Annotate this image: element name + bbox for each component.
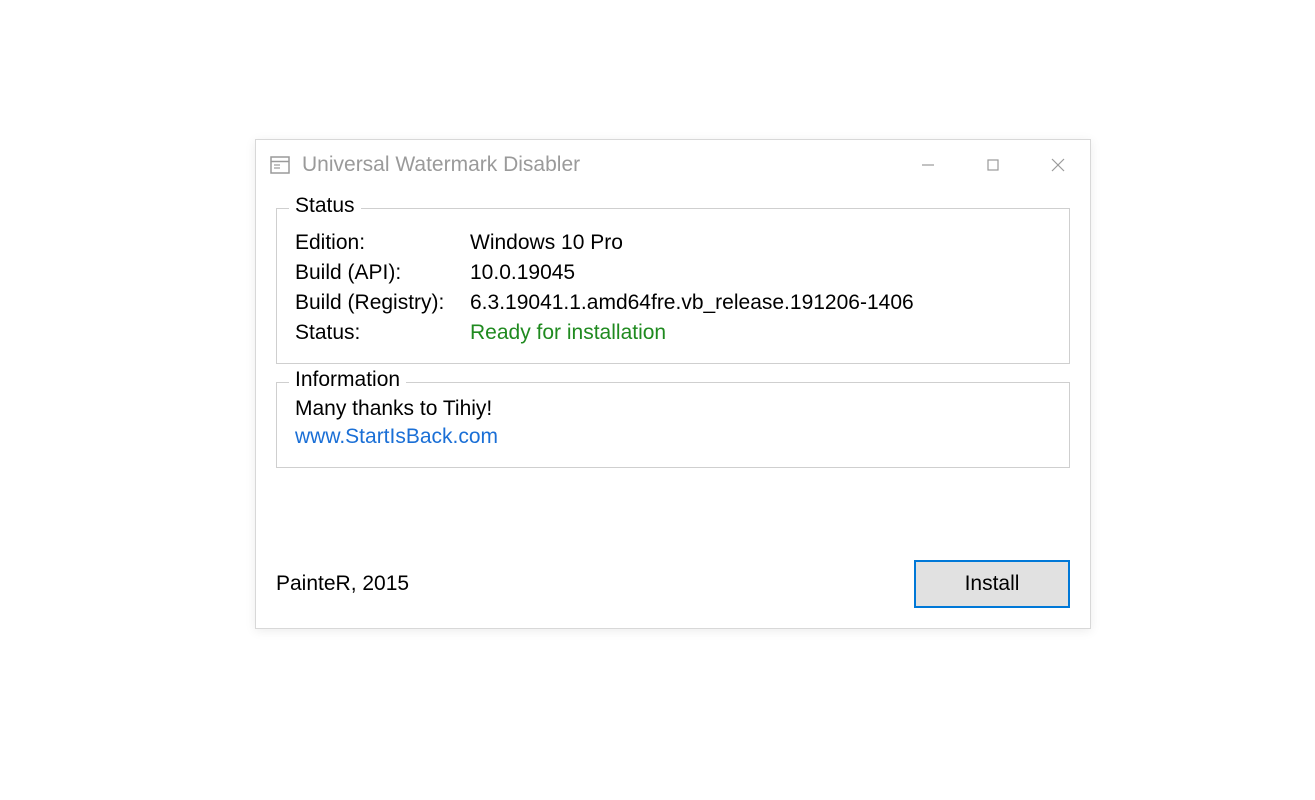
edition-label: Edition: xyxy=(295,231,470,255)
startisback-link[interactable]: www.StartIsBack.com xyxy=(295,425,498,448)
close-button[interactable] xyxy=(1025,140,1090,190)
build-registry-label: Build (Registry): xyxy=(295,291,470,315)
status-label: Status: xyxy=(295,321,470,345)
status-legend: Status xyxy=(289,194,361,218)
information-groupbox: Information Many thanks to Tihiy! www.St… xyxy=(276,382,1070,468)
window-content: Status Edition: Windows 10 Pro Build (AP… xyxy=(256,208,1090,488)
footer: PainteR, 2015 Install xyxy=(276,560,1070,608)
status-grid: Edition: Windows 10 Pro Build (API): 10.… xyxy=(295,231,1051,345)
edition-value: Windows 10 Pro xyxy=(470,231,1051,255)
build-api-label: Build (API): xyxy=(295,261,470,285)
app-icon xyxy=(270,155,290,175)
window-controls xyxy=(895,140,1090,190)
status-value: Ready for installation xyxy=(470,321,1051,345)
minimize-button[interactable] xyxy=(895,140,960,190)
titlebar: Universal Watermark Disabler xyxy=(256,140,1090,190)
information-legend: Information xyxy=(289,368,406,392)
build-api-value: 10.0.19045 xyxy=(470,261,1051,285)
thanks-text: Many thanks to Tihiy! xyxy=(295,397,1051,421)
maximize-button[interactable] xyxy=(960,140,1025,190)
credit-text: PainteR, 2015 xyxy=(276,572,409,596)
app-window: Universal Watermark Disabler Status Edit… xyxy=(255,139,1091,629)
window-title: Universal Watermark Disabler xyxy=(302,153,895,177)
install-button[interactable]: Install xyxy=(914,560,1070,608)
build-registry-value: 6.3.19041.1.amd64fre.vb_release.191206-1… xyxy=(470,291,1051,315)
status-groupbox: Status Edition: Windows 10 Pro Build (AP… xyxy=(276,208,1070,364)
